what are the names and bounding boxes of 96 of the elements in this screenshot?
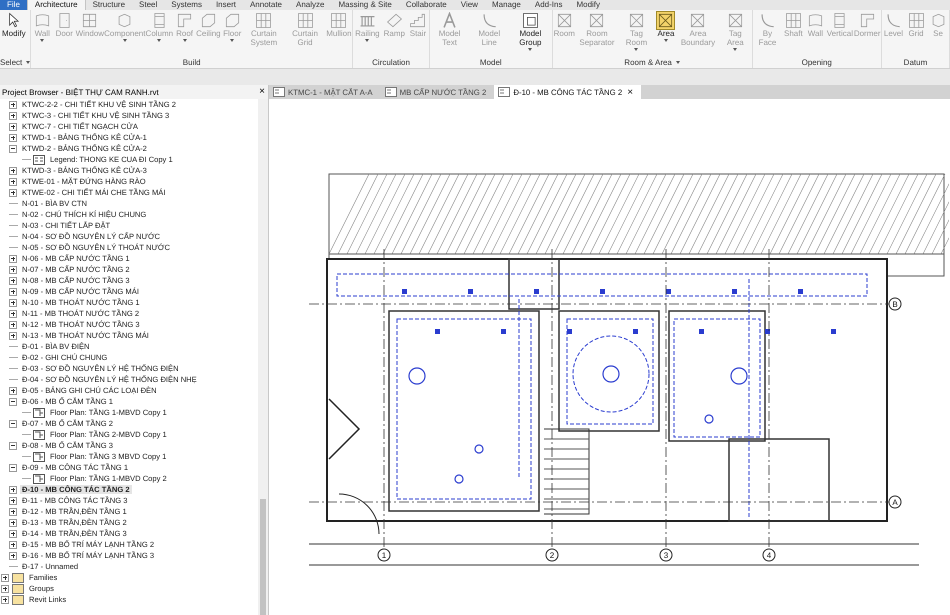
grid-bubble: 4 [762,548,776,562]
menu-tab[interactable]: Add-Ins [528,0,570,10]
expand-toggle[interactable] [9,332,17,340]
expand-toggle[interactable] [9,188,17,196]
menu-tab[interactable]: Manage [484,0,528,10]
ribbon-tool[interactable]: Modify [0,12,28,56]
expand-toggle[interactable] [9,496,17,504]
expand-toggle[interactable] [9,254,17,262]
expand-toggle[interactable] [1,574,9,582]
tree-line [22,412,31,413]
expand-toggle[interactable] [9,530,17,538]
expand-toggle[interactable] [9,144,17,152]
tree-line [9,225,18,226]
view-icon [33,474,45,484]
menu-tab[interactable]: Insert [208,0,243,10]
close-button[interactable]: × [259,87,265,97]
panel-title: Build [182,58,201,66]
expand-toggle[interactable] [9,386,17,394]
menu-tab[interactable]: View [454,0,485,10]
panel-title: Datum [904,58,928,66]
menu-tab[interactable]: Analyze [289,0,332,10]
menu-tab[interactable]: Steel [132,0,164,10]
expand-toggle[interactable] [9,166,17,174]
sheet-icon [498,87,510,97]
view-icon [33,430,45,440]
tree-line [22,478,31,479]
expand-toggle[interactable] [9,276,17,284]
menu-tab[interactable]: Massing & Site [331,0,399,10]
tree-line [9,566,18,567]
expand-toggle[interactable] [9,122,17,130]
grid-bubble: B [888,298,902,310]
view-icon [33,408,45,418]
scrollbar[interactable] [258,99,268,615]
expand-toggle[interactable] [9,288,17,296]
expand-toggle[interactable] [9,508,17,516]
expand-toggle[interactable] [9,266,17,274]
ribbon-tool[interactable]: Model Group [509,12,552,56]
folder-icon [12,572,24,582]
tree-line [9,203,18,204]
tree-line [9,368,18,369]
expand-toggle[interactable] [9,420,17,428]
sheet-icon [384,87,397,97]
panel-title: Circulation [372,58,410,66]
expand-toggle[interactable] [9,464,17,472]
menu-tab[interactable]: Collaborate [398,0,454,10]
folder-icon [12,584,24,594]
tool-icon [758,12,776,29]
tree-line [22,456,31,457]
tool-icon [480,12,498,29]
grid-bubble: 2 [546,548,558,562]
tool-icon [657,12,674,29]
grid-bubble: 1 [378,548,390,562]
menu-tab[interactable]: Structure [86,0,132,10]
expand-toggle[interactable] [1,584,9,592]
tree-line [9,247,18,248]
sheet-icon [273,87,285,97]
ribbon-tool[interactable]: Area [654,12,677,56]
panel-title: Model [480,58,502,66]
expand-toggle[interactable] [9,112,17,120]
close-icon[interactable]: × [627,86,634,98]
expand-toggle[interactable] [9,178,17,186]
menu-tab[interactable]: Architecture [26,0,86,10]
panel-title: Opening [802,58,832,66]
browser-title: Project Browser - BIỆT THỰ CAM RANH.rvt [2,88,159,96]
grid-bubble: A [888,496,902,508]
tree-line [22,159,31,160]
expand-toggle[interactable] [9,320,17,328]
panel-title: Room & Area [624,58,680,66]
tree-line [9,236,18,237]
tree-line [9,346,18,347]
menu-tab[interactable]: File [0,0,27,10]
expand-toggle[interactable] [9,298,17,306]
tool-icon [441,12,458,29]
expand-toggle[interactable] [9,100,17,108]
expand-toggle[interactable] [9,486,17,494]
expand-toggle[interactable] [1,596,9,604]
expand-toggle[interactable] [9,442,17,450]
panel-title: Select [0,58,30,66]
tree-line [9,357,18,358]
expand-toggle[interactable] [9,518,17,526]
expand-toggle[interactable] [9,310,17,318]
tree-line [9,379,18,380]
expand-toggle[interactable] [9,552,17,560]
menu-tab[interactable]: Modify [569,0,608,10]
tree-line [9,214,18,215]
menu-tab[interactable]: Annotate [242,0,289,10]
menu-tab[interactable]: Systems [164,0,209,10]
folder-icon [12,594,24,604]
expand-toggle[interactable] [9,134,17,142]
expand-toggle[interactable] [9,398,17,406]
tree-line [22,434,31,435]
expand-toggle[interactable] [9,540,17,548]
view-icon [33,452,45,462]
grid-bubble: 3 [660,548,672,562]
view-icon [33,154,45,164]
tool-icon [884,12,902,29]
